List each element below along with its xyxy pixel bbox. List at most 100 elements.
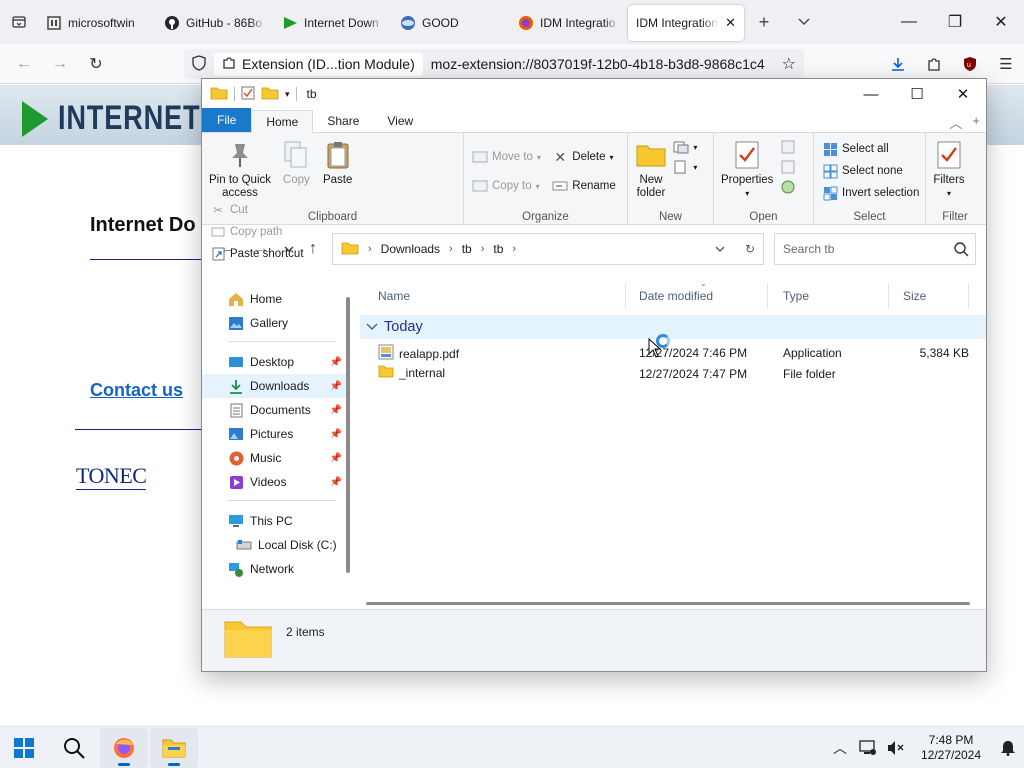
breadcrumb-item[interactable]: Downloads [381, 242, 440, 256]
column-divider[interactable] [968, 283, 969, 309]
customize-toolbar-icon[interactable]: ▾ [285, 89, 290, 100]
group-header[interactable]: Today [360, 315, 986, 339]
properties-quick-icon[interactable] [241, 86, 255, 103]
breadcrumb[interactable]: › Downloads › tb › tb › ↻ [332, 233, 764, 265]
browser-tab[interactable]: GitHub - 86Bo [156, 5, 274, 41]
breadcrumb-item[interactable]: tb [462, 242, 472, 256]
file-row[interactable]: _internal 12/27/2024 7:47 PM File folder [360, 363, 986, 384]
search-input[interactable]: Search tb [774, 233, 976, 265]
column-name[interactable]: Name [378, 289, 410, 303]
horizontal-scrollbar[interactable] [366, 602, 970, 605]
chevron-up-icon[interactable]: ︿ [826, 738, 854, 758]
maximize-icon[interactable]: ☐ [894, 79, 940, 109]
display-icon[interactable] [854, 740, 882, 756]
new-tab-icon[interactable]: + [744, 4, 784, 40]
nav-item-documents[interactable]: Documents 📌 [202, 398, 350, 422]
move-to-button[interactable]: Move to ▾ [472, 149, 541, 165]
easy-access-button[interactable]: ▾ [673, 159, 697, 175]
chevron-down-icon[interactable] [715, 242, 725, 256]
breadcrumb-chevron-icon[interactable]: › [368, 243, 372, 255]
column-divider[interactable] [625, 283, 626, 309]
start-windows-icon[interactable] [0, 728, 48, 768]
shield-icon[interactable] [192, 54, 206, 74]
tab-home[interactable]: Home [251, 110, 314, 133]
nav-item-music[interactable]: Music 📌 [202, 446, 350, 470]
reload-icon[interactable]: ↻ [78, 48, 114, 80]
hamburger-menu-icon[interactable]: ☰ [988, 48, 1024, 80]
speaker-muted-icon[interactable] [882, 740, 910, 756]
browser-tab[interactable]: GOOD [392, 5, 510, 41]
new-item-button[interactable]: ▾ [673, 139, 697, 155]
breadcrumb-chevron-icon[interactable]: › [512, 243, 516, 255]
column-type[interactable]: Type [783, 289, 809, 303]
filters-button[interactable]: Filters ▾ [930, 139, 968, 200]
delete-button[interactable]: ✕ Delete ▾ [552, 149, 615, 165]
new-folder-button[interactable]: New folder [632, 139, 670, 200]
copy-to-button[interactable]: Copy to ▾ [472, 178, 541, 194]
nav-item-pictures[interactable]: Pictures 📌 [202, 422, 350, 446]
contact-us-link[interactable]: Contact us [90, 380, 183, 401]
file-explorer-taskbar-icon[interactable] [150, 727, 198, 768]
open-button[interactable] [780, 139, 796, 155]
back-arrow-icon[interactable]: ← [6, 48, 42, 80]
restore-icon[interactable]: ❐ [932, 0, 978, 44]
extension-identity-box[interactable]: Extension (ID...tion Module) [214, 52, 423, 76]
bookmark-star-icon[interactable]: ☆ [782, 54, 796, 74]
paste-shortcut-button[interactable]: Paste shortcut [210, 246, 304, 262]
rename-button[interactable]: Rename [552, 178, 616, 194]
nav-item-downloads[interactable]: Downloads 📌 [202, 374, 350, 398]
pin-icon[interactable]: 📌 [330, 381, 342, 392]
close-icon[interactable]: ✕ [940, 79, 986, 109]
copy-path-button[interactable]: Copy path [210, 224, 304, 240]
close-icon[interactable]: ✕ [978, 0, 1024, 44]
column-divider[interactable] [767, 283, 768, 309]
minimize-icon[interactable]: — [886, 0, 932, 44]
search-icon[interactable] [50, 728, 98, 768]
nav-item-network[interactable]: Network [202, 557, 350, 581]
downloads-icon[interactable] [880, 48, 916, 80]
extensions-icon[interactable] [916, 48, 952, 80]
nav-item-videos[interactable]: Videos 📌 [202, 470, 350, 494]
browser-tab[interactable]: microsoftwin [38, 5, 156, 41]
select-all-button[interactable]: Select all [822, 141, 919, 157]
ublock-icon[interactable]: u [952, 48, 988, 80]
search-icon[interactable] [953, 241, 969, 260]
invert-selection-button[interactable]: Invert selection [822, 185, 919, 201]
column-date-modified[interactable]: Date modified [639, 289, 713, 303]
edit-button[interactable] [780, 159, 796, 175]
forward-arrow-icon[interactable]: → [42, 48, 78, 80]
nav-item-home[interactable]: Home [202, 287, 350, 311]
tab-list-icon[interactable] [0, 0, 38, 44]
history-button[interactable] [780, 179, 796, 195]
breadcrumb-chevron-icon[interactable]: › [481, 243, 485, 255]
url-text[interactable]: moz-extension://8037019f-12b0-4b18-b3d8-… [431, 56, 774, 72]
clock[interactable]: 7:48 PM 12/27/2024 [910, 733, 992, 763]
close-tab-icon[interactable]: ✕ [725, 15, 736, 31]
chevron-up-icon[interactable]: ︿ [949, 113, 962, 132]
pin-icon[interactable]: 📌 [330, 429, 342, 440]
pin-icon[interactable]: 📌 [330, 405, 342, 416]
pin-icon[interactable]: 📌 [330, 357, 342, 368]
firefox-taskbar-icon[interactable] [100, 727, 148, 768]
pin-to-quick-access-button[interactable]: Pin to Quick access [206, 139, 274, 200]
select-none-button[interactable]: Select none [822, 163, 919, 179]
notification-bell-icon[interactable] [992, 740, 1024, 756]
column-divider[interactable] [888, 283, 889, 309]
browser-tab-active[interactable]: IDM Integration ✕ [628, 5, 744, 41]
nav-item-local-disk[interactable]: Local Disk (C:) [202, 533, 350, 557]
help-icon[interactable]: + [972, 113, 980, 132]
tab-view[interactable]: View [373, 110, 427, 132]
refresh-icon[interactable]: ↻ [745, 242, 755, 256]
url-bar[interactable]: Extension (ID...tion Module) moz-extensi… [184, 49, 804, 79]
file-row[interactable]: realapp.pdf 12/27/2024 7:46 PM Applicati… [360, 342, 986, 363]
new-folder-quick-icon[interactable] [261, 86, 279, 103]
nav-item-desktop[interactable]: Desktop 📌 [202, 350, 350, 374]
pin-icon[interactable]: 📌 [330, 477, 342, 488]
copy-button[interactable]: Copy [277, 139, 315, 187]
nav-item-gallery[interactable]: Gallery [202, 311, 350, 335]
tonec-logo[interactable]: TONEC [76, 463, 147, 490]
breadcrumb-chevron-icon[interactable]: › [449, 243, 453, 255]
column-size[interactable]: Size [903, 289, 926, 303]
breadcrumb-item[interactable]: tb [493, 242, 503, 256]
properties-button[interactable]: Properties ▾ [718, 139, 776, 200]
